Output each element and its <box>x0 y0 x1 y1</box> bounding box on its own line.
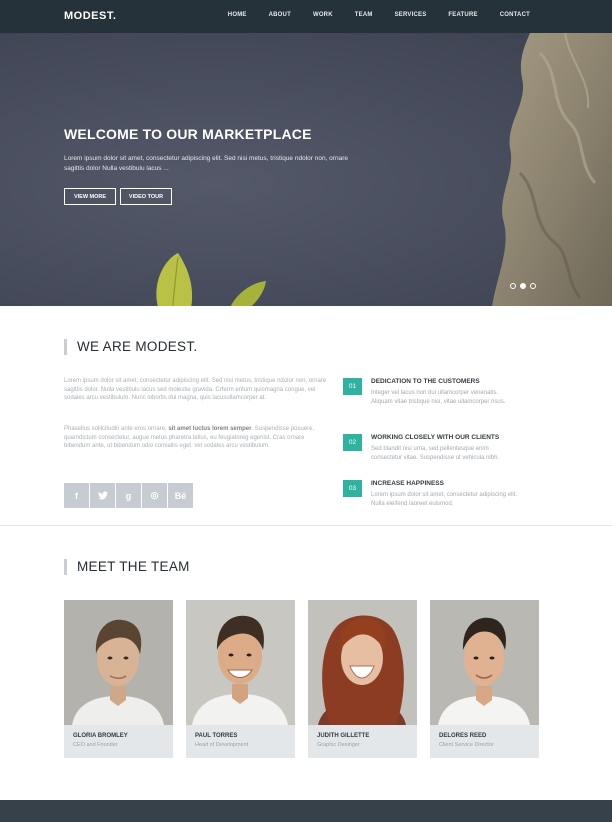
nav-link-team[interactable]: TEAM <box>355 12 373 18</box>
about-paragraph-2-bold: sit amet luctus lorem semper <box>168 426 252 432</box>
slider-dots <box>510 283 540 289</box>
feature-number: 02 <box>343 434 362 451</box>
team-card[interactable]: JUDITH GILLETTE Graphic Desinger <box>308 600 417 758</box>
team-member-name: GLORIA BROMLEY <box>73 733 128 739</box>
nav-link-feature[interactable]: FEATURE <box>448 12 477 18</box>
about-paragraph-1: Lorem ipsum dolor sit amet, consectetur … <box>64 378 327 401</box>
hero-title: WELCOME TO OUR MARKETPLACE <box>64 126 312 142</box>
team-card[interactable]: GLORIA BROMLEY CEO and Founder <box>64 600 173 758</box>
logo[interactable]: MODEST. <box>64 10 116 22</box>
top-navbar: MODEST. HOME ABOUT WORK TEAM SERVICES FE… <box>0 0 612 33</box>
nav-link-work[interactable]: WORK <box>313 12 333 18</box>
team-member-name: JUDITH GILLETTE <box>317 733 370 739</box>
slider-dot-3[interactable] <box>530 283 536 289</box>
team-card[interactable]: DELORES REED Client Service Director <box>430 600 539 758</box>
nav-link-services[interactable]: SERVICES <box>395 12 427 18</box>
view-more-button[interactable]: VIEW MORE <box>64 188 116 205</box>
hero-text: Lorem ipsum dolor sit amet, consectetur … <box>64 155 348 172</box>
facebook-icon[interactable]: f <box>64 483 89 508</box>
feature-title: INCREASE HAPPINESS <box>371 480 444 487</box>
team-member-photo <box>430 600 539 725</box>
dribbble-icon[interactable]: ◎ <box>142 483 167 508</box>
hero-rock-image <box>492 33 612 306</box>
team-card[interactable]: PAUL TORRES Head of Development <box>186 600 295 758</box>
nav-link-home[interactable]: HOME <box>228 12 247 18</box>
nav-links: HOME ABOUT WORK TEAM SERVICES FEATURE CO… <box>228 12 530 18</box>
video-tour-button[interactable]: VIDEO TOUR <box>120 188 172 205</box>
nav-link-about[interactable]: ABOUT <box>269 12 291 18</box>
google-plus-icon[interactable]: g <box>116 483 141 508</box>
feature-text: Lorem ipsum dolor sit amet, consectetur … <box>371 492 518 507</box>
social-links: f g ◎ Bē <box>64 483 194 508</box>
feature-text: Integer vel lacus non dui ullamcorper ve… <box>371 390 506 405</box>
team-member-name: PAUL TORRES <box>195 733 238 739</box>
hero-slider: WELCOME TO OUR MARKETPLACE Lorem ipsum d… <box>0 33 612 306</box>
slider-dot-1[interactable] <box>510 283 516 289</box>
nav-link-contact[interactable]: CONTACT <box>500 12 530 18</box>
team-member-photo <box>186 600 295 725</box>
feature-title: DEDICATION TO THE CUSTOMERS <box>371 378 480 385</box>
section-divider <box>0 525 612 526</box>
twitter-icon[interactable] <box>90 483 115 508</box>
feature-number: 03 <box>343 480 362 497</box>
team-member-role: Head of Development <box>195 742 249 748</box>
behance-icon[interactable]: Bē <box>168 483 193 508</box>
feature-title: WORKING CLOSELY WITH OUR CLIENTS <box>371 434 500 441</box>
slider-dot-2[interactable] <box>520 283 526 289</box>
team-member-role: CEO and Founder <box>73 742 118 748</box>
feature-number: 01 <box>343 378 362 395</box>
about-paragraph-2: Phasellus sollicitudin ante eros ornare,… <box>64 425 332 451</box>
team-member-name: DELORES REED <box>439 733 487 739</box>
hero-leaf-image <box>156 253 266 306</box>
team-member-photo <box>308 600 417 725</box>
team-member-photo <box>64 600 173 725</box>
team-section-title: MEET THE TEAM <box>64 559 190 575</box>
team-member-role: Graphic Desinger <box>317 742 360 748</box>
footer <box>0 800 612 822</box>
about-paragraph-2-start: Phasellus sollicitudin ante eros ornare, <box>64 426 169 432</box>
feature-text: Sed blandit nisi urna, sed pellentesque … <box>371 446 500 461</box>
team-member-role: Client Service Director <box>439 742 494 748</box>
about-section-title: WE ARE MODEST. <box>64 339 197 355</box>
